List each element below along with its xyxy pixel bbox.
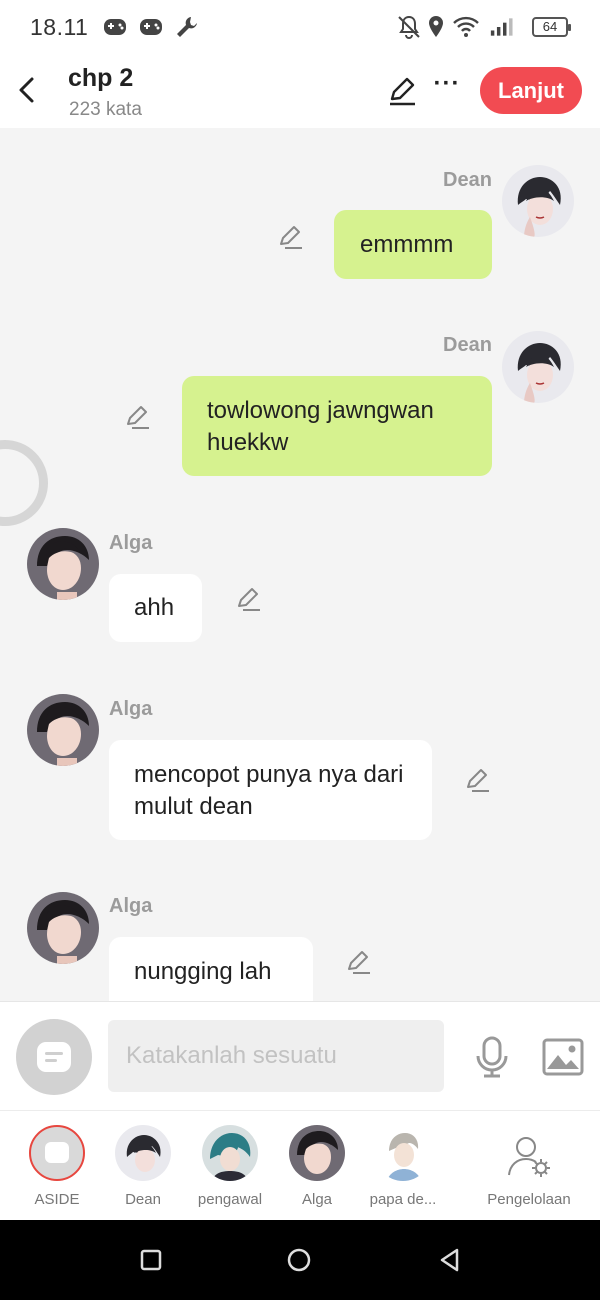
message-bubble[interactable]: towlowong jawngwan huekkw: [182, 376, 492, 476]
avatar-dean: [115, 1125, 171, 1181]
gamepad-icon: [140, 19, 162, 35]
character-tab-dean[interactable]: Dean: [98, 1123, 188, 1213]
character-label: ASIDE: [34, 1191, 80, 1208]
edit-pencil-icon[interactable]: [344, 948, 372, 976]
avatar-dean[interactable]: [502, 331, 574, 403]
message-input[interactable]: [108, 1020, 444, 1092]
avatar-alga[interactable]: [27, 892, 99, 964]
header: chp 2 223 kata ··· Lanjut: [0, 55, 600, 128]
message-bubble[interactable]: emmmm: [334, 210, 492, 279]
sender-name: Alga: [109, 895, 153, 917]
status-bar: 18.11 64: [0, 0, 600, 55]
message-bubble[interactable]: ahh: [109, 574, 202, 642]
user-settings-icon: [508, 1137, 550, 1177]
character-label: Dean: [125, 1191, 161, 1208]
sender-name: Dean: [443, 334, 492, 356]
aside-note-icon: [45, 1142, 69, 1163]
avatar-alga[interactable]: [27, 694, 99, 766]
sender-name: Alga: [109, 698, 153, 720]
character-label: Alga: [301, 1191, 333, 1208]
message-input-bar: [0, 1001, 600, 1110]
screen: 18.11 64 chp 2 223 kata ··· Lanjut Dean …: [0, 0, 600, 1300]
more-options-button[interactable]: ···: [432, 72, 462, 103]
signal-icon: [490, 18, 513, 36]
message-bubble[interactable]: nungging lah: [109, 937, 313, 1001]
battery-icon: 64: [532, 17, 571, 37]
gamepad-icon: [104, 19, 126, 35]
chapter-title: chp 2: [68, 64, 134, 92]
location-icon: [429, 16, 443, 37]
character-label: papa de...: [369, 1191, 437, 1208]
microphone-icon[interactable]: [474, 1036, 510, 1078]
character-bar: ASIDE Dean pengawal Alga papa de... Peng…: [0, 1110, 600, 1220]
avatar-alga[interactable]: [27, 528, 99, 600]
status-time: 18.11: [30, 14, 89, 40]
character-label: pengawal: [197, 1191, 263, 1208]
home-icon[interactable]: [285, 1246, 313, 1274]
loading-spinner: [0, 440, 48, 526]
image-icon[interactable]: [542, 1038, 584, 1076]
continue-button[interactable]: Lanjut: [480, 67, 582, 114]
sender-name: Alga: [109, 532, 153, 554]
edit-pencil-icon[interactable]: [463, 766, 491, 794]
edit-pencil-icon[interactable]: [234, 585, 262, 613]
sender-name: Dean: [443, 169, 492, 191]
system-navigation-bar: [0, 1220, 600, 1300]
edit-pencil-icon[interactable]: [386, 75, 418, 107]
wrench-icon: [177, 17, 197, 37]
aside-avatar: [29, 1125, 85, 1181]
character-tab-pengawal[interactable]: pengawal: [185, 1123, 275, 1213]
character-tab-aside[interactable]: ASIDE: [12, 1123, 102, 1213]
battery-level: 64: [542, 19, 558, 34]
character-tab-papa[interactable]: papa de...: [358, 1123, 448, 1213]
edit-pencil-icon[interactable]: [123, 403, 151, 431]
bell-muted-icon: [398, 15, 420, 39]
wifi-icon: [453, 16, 479, 37]
character-label: Pengelolaan: [487, 1191, 571, 1208]
avatar-dean[interactable]: [502, 165, 574, 237]
back-arrow-icon[interactable]: [12, 73, 42, 107]
aside-toggle-button[interactable]: [16, 1019, 92, 1095]
aside-note-icon: [37, 1042, 71, 1072]
manage-characters-tab[interactable]: Pengelolaan: [484, 1123, 574, 1213]
edit-pencil-icon[interactable]: [276, 223, 304, 251]
character-tab-alga[interactable]: Alga: [272, 1123, 362, 1213]
message-bubble[interactable]: mencopot punya nya dari mulut dean: [109, 740, 432, 840]
avatar-alga: [289, 1125, 345, 1181]
word-count: 223 kata: [69, 99, 142, 120]
avatar-papa: [375, 1125, 431, 1181]
recent-apps-icon[interactable]: [137, 1246, 165, 1274]
chat-area[interactable]: Dean emmmm Dean towlowong jawngwan huekk…: [0, 128, 600, 1001]
back-icon[interactable]: [436, 1246, 464, 1274]
avatar-pengawal: [202, 1125, 258, 1181]
